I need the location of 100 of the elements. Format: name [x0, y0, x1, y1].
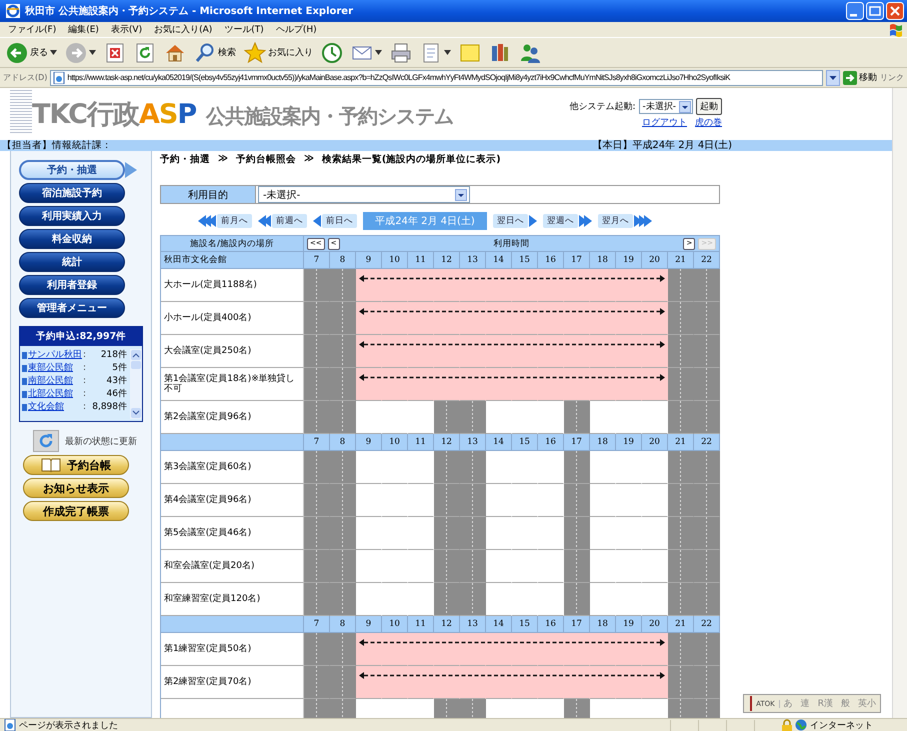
menu-item[interactable]: ファイル(F) [8, 23, 56, 36]
date-nav-link[interactable]: 翌週へ [542, 214, 578, 228]
hour-label: 10 [382, 434, 408, 451]
star-icon [244, 42, 266, 64]
hour-label: 12 [434, 616, 460, 633]
booked-slot[interactable] [642, 269, 668, 302]
bullet-icon [22, 390, 27, 398]
hour-label: 16 [538, 616, 564, 633]
left-arrows-icon [198, 214, 216, 228]
breadcrumb-item: ≫ [218, 153, 228, 166]
booked-slot[interactable] [356, 368, 382, 401]
nav-button[interactable]: 宿泊施設予約 [19, 183, 125, 203]
booked-slot[interactable] [642, 633, 668, 666]
lock-icon [782, 719, 792, 731]
purpose-select[interactable]: -未選択- [258, 186, 470, 203]
facility-link[interactable]: 東部公民館 [28, 362, 83, 374]
date-nav-link[interactable]: 翌日へ [492, 214, 528, 228]
facility-link[interactable]: 北部公民館 [28, 388, 83, 400]
booked-slot[interactable] [356, 269, 382, 302]
booked-slot[interactable] [356, 633, 382, 666]
nav-button[interactable]: 管理者メニュー [19, 298, 125, 318]
browser-icon [6, 4, 20, 18]
nav-button[interactable]: 予約・抽選 [19, 160, 125, 180]
nav-button[interactable]: 利用者登録 [19, 275, 125, 295]
nav-button[interactable]: 料金収納 [19, 229, 125, 249]
facility-link[interactable]: 南部公民館 [28, 375, 83, 387]
links-label[interactable]: リンク [880, 72, 904, 83]
hour-label: 17 [564, 252, 590, 269]
booked-slot[interactable] [642, 335, 668, 368]
hour-label: 20 [642, 434, 668, 451]
status-text: ページが表示されました [19, 720, 118, 731]
menu-item[interactable]: ツール(T) [224, 23, 264, 36]
scrollbar[interactable] [892, 88, 907, 718]
hour-label: 9 [356, 252, 382, 269]
minimize-button[interactable] [846, 2, 864, 20]
launch-button[interactable]: 起動 [696, 98, 722, 115]
flag-icon [889, 22, 903, 36]
menu-item[interactable]: 編集(E) [68, 23, 99, 36]
book-icon [41, 458, 61, 472]
separator: : [83, 375, 88, 387]
printer-icon [390, 42, 412, 64]
forward-button[interactable] [63, 40, 98, 64]
close-button[interactable] [886, 2, 904, 20]
booked-slot[interactable] [356, 666, 382, 699]
booked-slot[interactable] [642, 368, 668, 401]
search-button[interactable]: 検索 [192, 40, 238, 64]
left-arrows-icon [258, 214, 272, 228]
hour-label: 22 [694, 252, 720, 269]
hour-label: 10 [382, 252, 408, 269]
date-nav-link[interactable]: 前日へ [322, 214, 358, 228]
separator: : [83, 388, 88, 400]
hour-label: 11 [408, 252, 434, 269]
hour-label: 11 [408, 434, 434, 451]
right-arrows-icon [578, 214, 592, 228]
hour-label: 7 [304, 252, 330, 269]
nav-button[interactable]: 利用実績入力 [19, 206, 125, 226]
hour-label: 17 [564, 616, 590, 633]
launcher-label: 他システム起動: [569, 100, 636, 113]
scrollbar[interactable] [130, 349, 142, 419]
menu-item[interactable]: お気に入り(A) [154, 23, 212, 36]
arrow-icon [843, 70, 857, 84]
pointer-icon [125, 162, 137, 178]
menu-item[interactable]: 表示(V) [110, 23, 142, 36]
back-button[interactable]: 戻る [4, 40, 59, 64]
right-arrows-icon [528, 214, 537, 228]
date-nav-link[interactable]: 前月へ [217, 214, 252, 228]
facility-name: 大会議室(定員250名) [164, 346, 252, 356]
address-field[interactable]: https://www.task-asp.net/cu/yka052019/(S(ebsy4v55zyj41vmmx0uctv55))/ykaMainBase.aspx?b=hZzQsIWc0LGFx4mwhYyFt4WMydSOjoqIjMi8y4yzt7iHx9CwhcfMuYmNitSJs8yxh8iGxomczLiJso7Hho2SyofIksiK [50, 70, 823, 86]
action-button[interactable]: お知らせ表示 [23, 478, 129, 498]
date-nav-link[interactable]: 前週へ [272, 214, 308, 228]
hour-label: 21 [668, 616, 694, 633]
action-button[interactable]: 予約台帳 [23, 455, 129, 475]
booked-slot[interactable] [356, 335, 382, 368]
booked-slot[interactable] [356, 302, 382, 335]
booked-slot[interactable] [642, 666, 668, 699]
booking-count: 46件 [106, 388, 128, 400]
booking-count: 218件 [100, 349, 128, 361]
booked-slot[interactable] [642, 302, 668, 335]
header-link[interactable]: 虎の巻 [695, 116, 722, 129]
separator: : [83, 349, 88, 361]
action-button[interactable]: 作成完了帳票 [23, 501, 129, 521]
date-nav-link[interactable]: 翌月へ [598, 214, 633, 228]
system-select[interactable]: -未選択- [638, 99, 694, 114]
hour-label: 13 [460, 434, 486, 451]
header-link[interactable]: ログアウト [642, 116, 688, 129]
people-icon [519, 42, 541, 64]
menu-item[interactable]: ヘルプ(H) [276, 23, 317, 36]
facility-link[interactable]: サンパル秋田 [28, 349, 83, 361]
refresh-button[interactable] [33, 430, 59, 452]
hour-label: 8 [330, 434, 356, 451]
nav-button[interactable]: 統計 [19, 252, 125, 272]
favorites-button[interactable]: お気に入り [242, 40, 315, 64]
go-button[interactable]: 移動 [843, 70, 877, 84]
hour-label: 8 [330, 252, 356, 269]
hour-label: 22 [694, 616, 720, 633]
hour-label: 14 [486, 616, 512, 633]
history-button[interactable] [319, 40, 345, 64]
search-icon [194, 42, 216, 64]
maximize-button[interactable] [866, 2, 884, 20]
facility-link[interactable]: 文化会館 [28, 401, 83, 413]
